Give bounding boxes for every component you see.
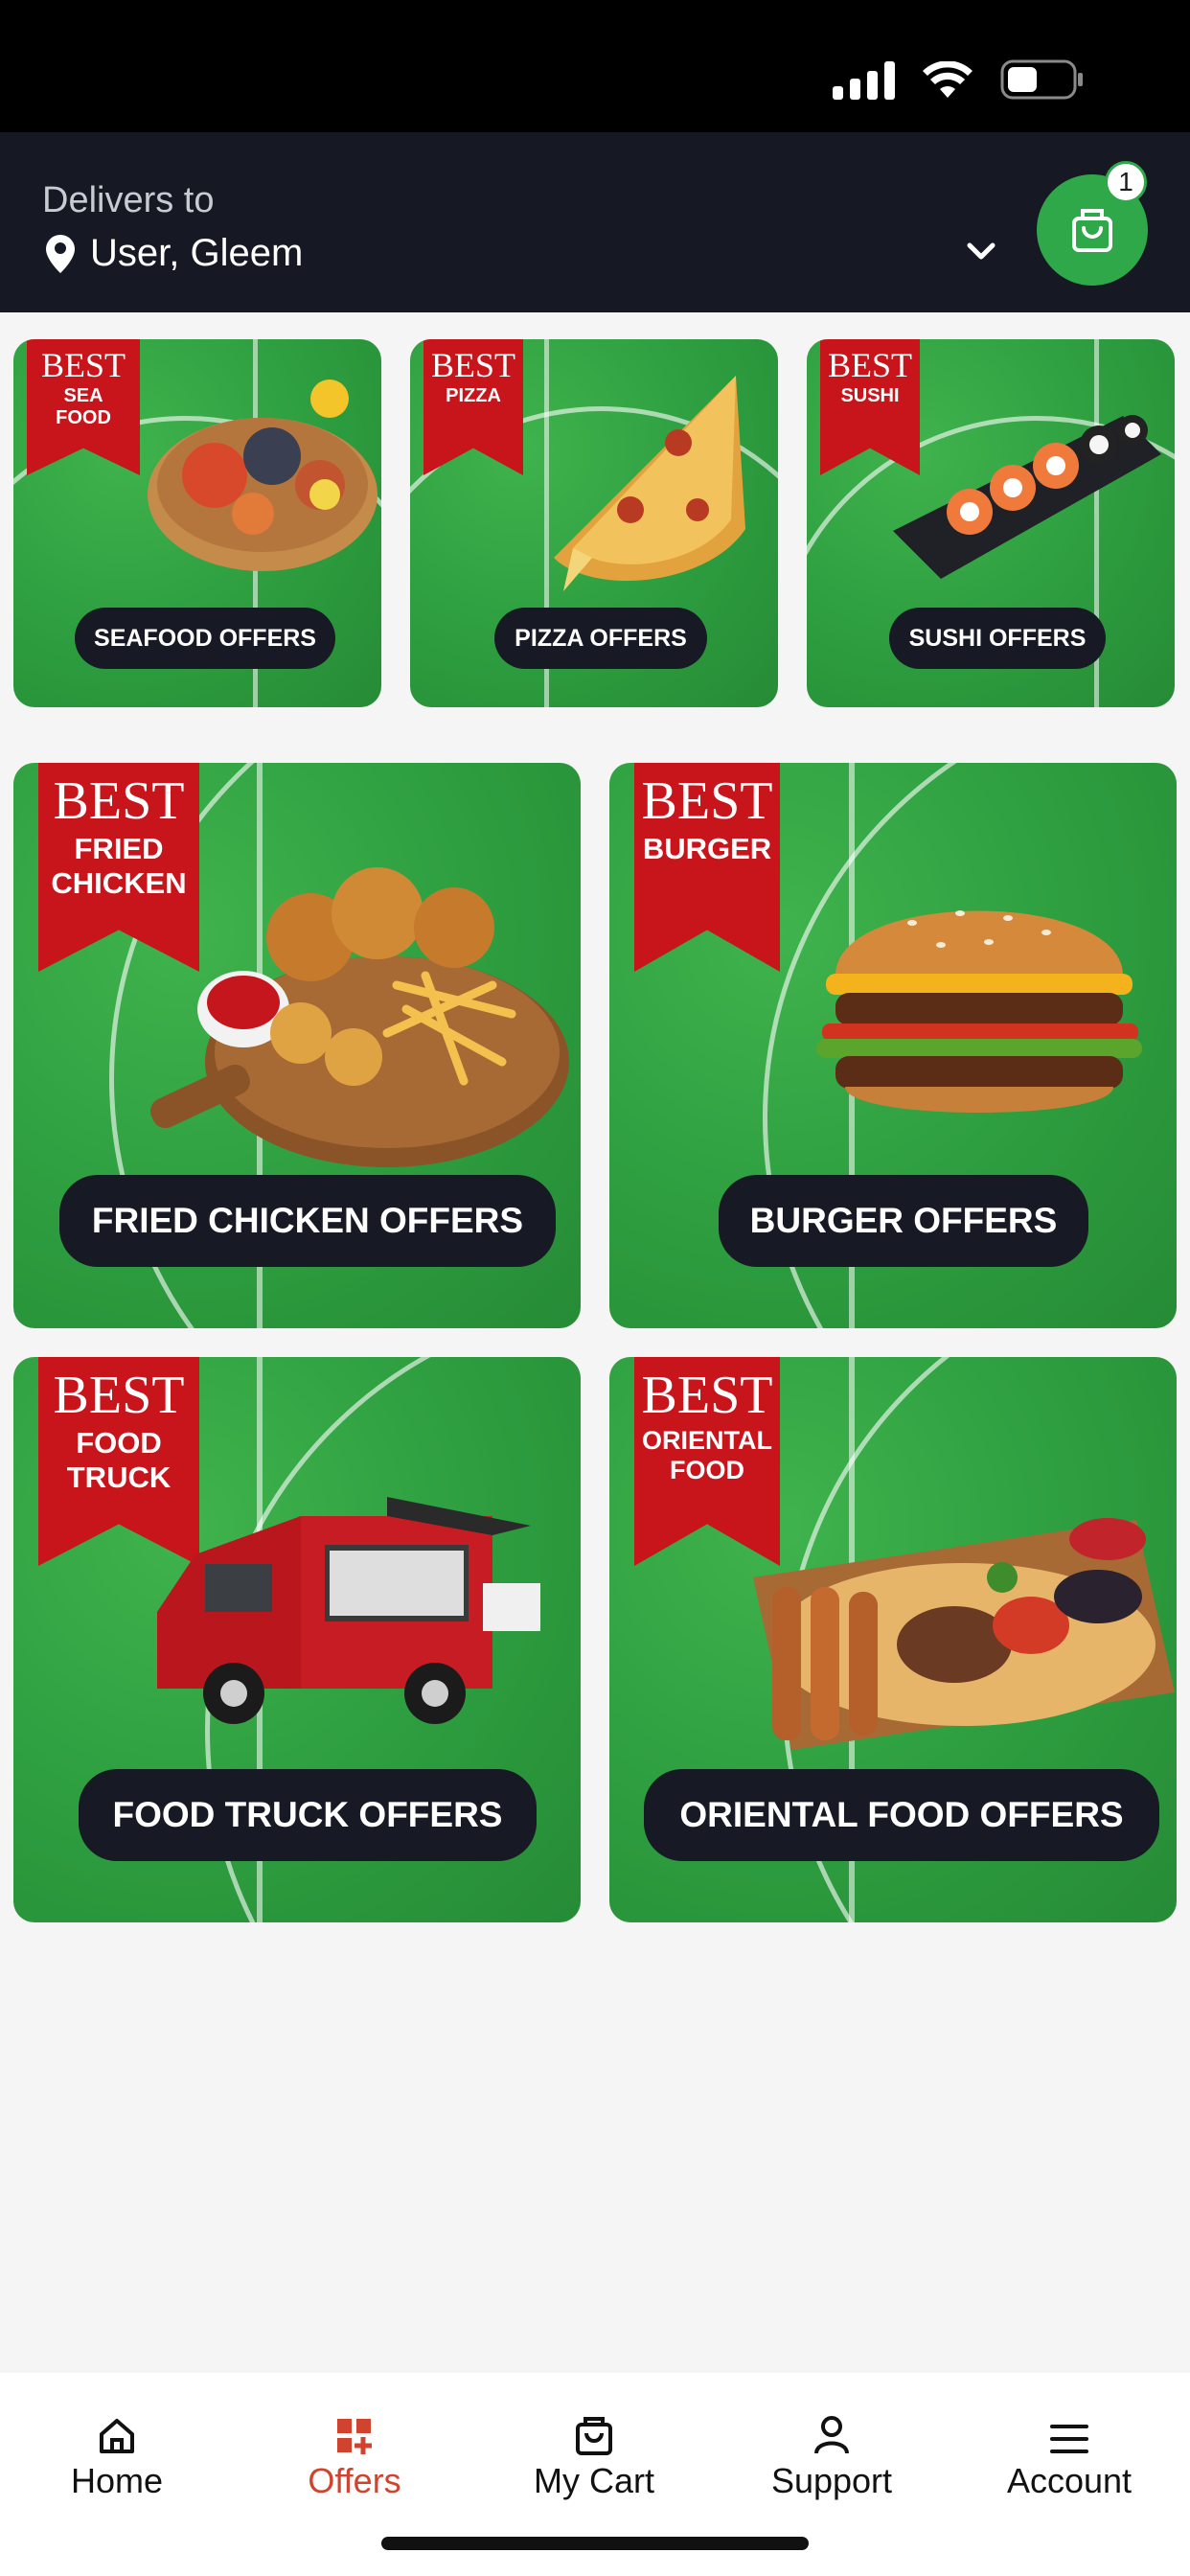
tab-account[interactable]: Account — [973, 2402, 1165, 2501]
food-truck-offers-button[interactable]: FOOD TRUCK OFFERS — [79, 1769, 537, 1861]
pizza-offers-button[interactable]: PIZZA OFFERS — [494, 608, 707, 669]
tab-support[interactable]: Support — [736, 2402, 927, 2501]
fried-chicken-offers-button[interactable]: FRIED CHICKEN OFFERS — [59, 1175, 556, 1267]
offer-card-sushi[interactable]: BEST SUSHI SUSHI OFFERS — [807, 339, 1175, 707]
location-pin-icon — [46, 234, 75, 273]
tab-my-cart[interactable]: My Cart — [498, 2402, 690, 2501]
menu-icon — [1050, 2425, 1088, 2453]
location-text: User, Gleem — [90, 232, 304, 274]
home-indicator — [381, 2537, 809, 2550]
ribbon-best-burger: BEST BURGER — [634, 763, 780, 972]
deliver-label: Delivers to — [42, 180, 215, 220]
offer-card-burger[interactable]: BEST BURGER BURGER OFFERS — [609, 763, 1177, 1328]
offer-card-fried-chicken[interactable]: BEST FRIED CHICKEN FRIED CHICKEN OFFERS — [13, 763, 581, 1328]
offer-card-oriental-food[interactable]: BEST ORIENTAL FOOD ORIENTAL FOOD OFFERS — [609, 1357, 1177, 1922]
app-header: Delivers to User, Gleem 1 — [0, 132, 1190, 312]
home-icon — [100, 2419, 134, 2453]
tab-offers[interactable]: Offers — [259, 2402, 450, 2501]
location-selector[interactable]: User, Gleem — [46, 232, 303, 275]
chevron-down-icon[interactable] — [964, 240, 998, 263]
status-bar — [0, 0, 1190, 132]
offer-card-pizza[interactable]: BEST PIZZA PIZZA OFFERS — [410, 339, 778, 707]
tab-account-label: Account — [1006, 2461, 1133, 2500]
grill-platter-image — [753, 1518, 1175, 1750]
sushi-board-image — [893, 415, 1161, 579]
tab-support-label: Support — [770, 2461, 893, 2500]
burger-image — [816, 910, 1142, 1113]
fried-chicken-board-image — [149, 867, 569, 1167]
battery-icon — [1000, 59, 1085, 100]
tab-home-label: Home — [70, 2461, 164, 2500]
seafood-platter-image — [148, 380, 378, 571]
shopping-bag-icon — [1072, 209, 1112, 252]
tab-my-cart-label: My Cart — [534, 2461, 654, 2500]
tab-offers-label: Offers — [308, 2461, 401, 2500]
oriental-food-offers-button[interactable]: ORIENTAL FOOD OFFERS — [644, 1769, 1159, 1861]
burger-offers-button[interactable]: BURGER OFFERS — [719, 1175, 1088, 1267]
cellular-signal-icon — [833, 61, 895, 100]
seafood-offers-button[interactable]: SEAFOOD OFFERS — [75, 608, 335, 669]
support-icon — [814, 2416, 849, 2454]
sushi-offers-button[interactable]: SUSHI OFFERS — [889, 608, 1106, 669]
tab-home[interactable]: Home — [21, 2402, 213, 2501]
cart-count-badge: 1 — [1105, 161, 1147, 203]
food-truck-image — [157, 1497, 540, 1724]
cart-icon — [576, 2417, 612, 2455]
wifi-icon — [922, 61, 973, 100]
pizza-slice-image — [554, 376, 745, 591]
offer-card-food-truck[interactable]: BEST FOOD TRUCK FOOD TRUCK OFFERS — [13, 1357, 581, 1922]
offer-card-seafood[interactable]: BEST SEA FOOD SEAFOOD OFFERS — [13, 339, 381, 707]
offers-icon — [337, 2419, 372, 2454]
